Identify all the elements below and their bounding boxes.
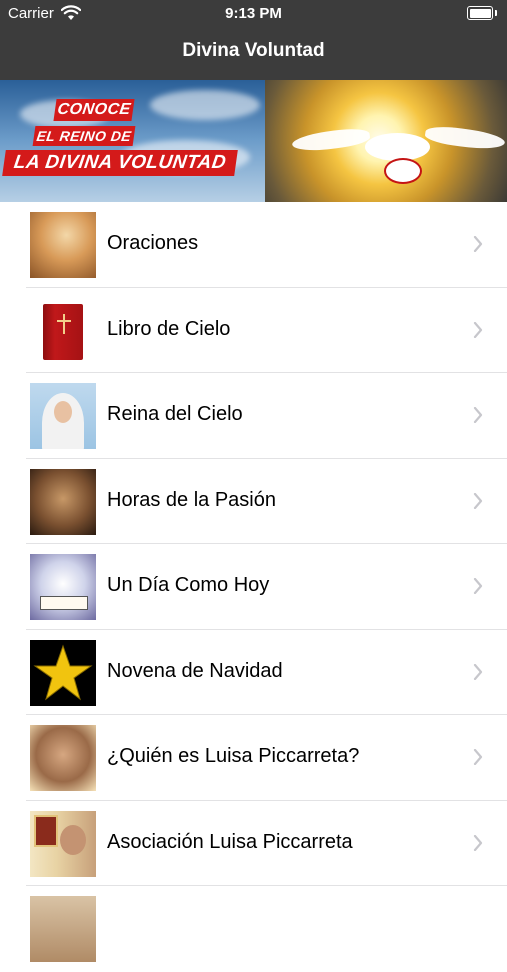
banner-text-divina-voluntad: LA DIVINA VOLUNTAD — [2, 150, 238, 176]
navigation-bar: Divina Voluntad — [0, 28, 507, 80]
list-item-label: Novena de Navidad — [107, 659, 283, 682]
battery-icon — [467, 6, 497, 20]
list-item-label: Libro de Cielo — [107, 317, 231, 340]
praying-hands-image — [30, 212, 96, 278]
list-item-novena-de-navidad[interactable]: Novena de Navidad — [0, 629, 507, 715]
list-item-label: Un Día Como Hoy — [107, 574, 270, 596]
list-item-oraciones[interactable]: Oraciones — [0, 202, 507, 288]
banner-text-el-reino: EL REINO DE — [32, 126, 136, 146]
association-image — [30, 810, 96, 877]
list-item-horas-de-la-pasion[interactable]: Horas de la Pasión — [0, 458, 507, 544]
luisa-portrait-image — [30, 725, 96, 791]
clock: 9:13 PM — [225, 5, 282, 22]
dove-icon — [365, 133, 430, 161]
chevron-right-icon — [473, 749, 483, 765]
list-item-asociacion[interactable]: Asociación Luisa Piccarreta — [0, 800, 507, 886]
chevron-right-icon — [473, 492, 483, 509]
list-item-label: Oraciones — [107, 232, 199, 254]
list-item-un-dia-como-hoy[interactable]: Un Día Como Hoy — [0, 544, 507, 630]
gold-star-image — [30, 639, 96, 706]
chevron-right-icon — [473, 236, 483, 252]
list-item-quien-es-luisa[interactable]: ¿Quién es Luisa Piccarreta? — [0, 715, 507, 801]
list-item-partial[interactable] — [0, 886, 507, 972]
list-item-libro-de-cielo[interactable]: Libro de Cielo — [0, 287, 507, 373]
chevron-right-icon — [473, 663, 483, 680]
chevron-right-icon — [473, 321, 483, 338]
chevron-right-icon — [473, 578, 483, 594]
list-item-label: Reina del Cielo — [107, 403, 243, 425]
chevron-right-icon — [473, 407, 483, 423]
virgin-mary-image — [30, 383, 96, 449]
seal-logo — [384, 158, 422, 184]
status-bar: Carrier 9:13 PM — [0, 0, 507, 28]
menu-list: Oraciones Libro de Cielo Reina del Cielo… — [0, 202, 507, 972]
list-item-reina-del-cielo[interactable]: Reina del Cielo — [0, 373, 507, 459]
red-book-image — [30, 297, 96, 364]
page-title: Divina Voluntad — [182, 40, 325, 61]
list-item-label: Asociación Luisa Piccarreta — [107, 830, 353, 853]
dove-and-book-image — [30, 554, 96, 620]
partial-row-image — [30, 896, 96, 962]
jesus-crown-of-thorns-image — [30, 468, 96, 535]
list-item-label: Horas de la Pasión — [107, 488, 276, 511]
banner-text-conoce: CONOCE — [53, 99, 135, 121]
list-item-label: ¿Quién es Luisa Piccarreta? — [107, 745, 360, 767]
chevron-right-icon — [473, 834, 483, 851]
